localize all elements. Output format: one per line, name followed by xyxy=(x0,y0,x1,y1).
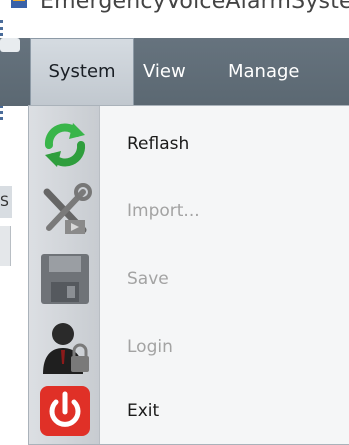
user-lock-icon xyxy=(43,323,89,374)
background-window-stub: S xyxy=(0,186,12,218)
app-icon xyxy=(11,0,27,8)
menu-overflow-indicator[interactable] xyxy=(0,38,20,52)
menu-item-save[interactable]: Save xyxy=(29,246,349,312)
power-icon xyxy=(40,386,90,436)
background-panel-stub xyxy=(0,226,11,266)
system-menu-dropdown: Reflash Import... Save Login Exit xyxy=(28,105,349,445)
menu-item-label: Reflash xyxy=(127,134,190,154)
menu-system[interactable]: System xyxy=(30,38,134,106)
menu-manage[interactable]: Manage xyxy=(228,38,300,106)
menu-item-login[interactable]: Login xyxy=(29,314,349,380)
menu-item-reflash[interactable]: Reflash xyxy=(29,111,349,177)
tools-icon xyxy=(43,183,92,234)
window-title: EmergencyVoiceAlarmSyste xyxy=(40,0,349,14)
floppy-disk-icon xyxy=(41,254,89,304)
menu-view[interactable]: View xyxy=(143,38,186,106)
menu-bar: System View Manage xyxy=(0,38,349,106)
menu-item-import[interactable]: Import... xyxy=(29,178,349,244)
menu-item-label: Import... xyxy=(127,201,200,221)
menu-item-label: Login xyxy=(127,337,173,357)
menu-item-label: Save xyxy=(127,269,169,289)
refresh-icon xyxy=(44,123,86,167)
title-bar: EmergencyVoiceAlarmSyste xyxy=(0,0,349,26)
menu-item-exit[interactable]: Exit xyxy=(29,378,349,444)
menu-item-label: Exit xyxy=(127,401,160,421)
